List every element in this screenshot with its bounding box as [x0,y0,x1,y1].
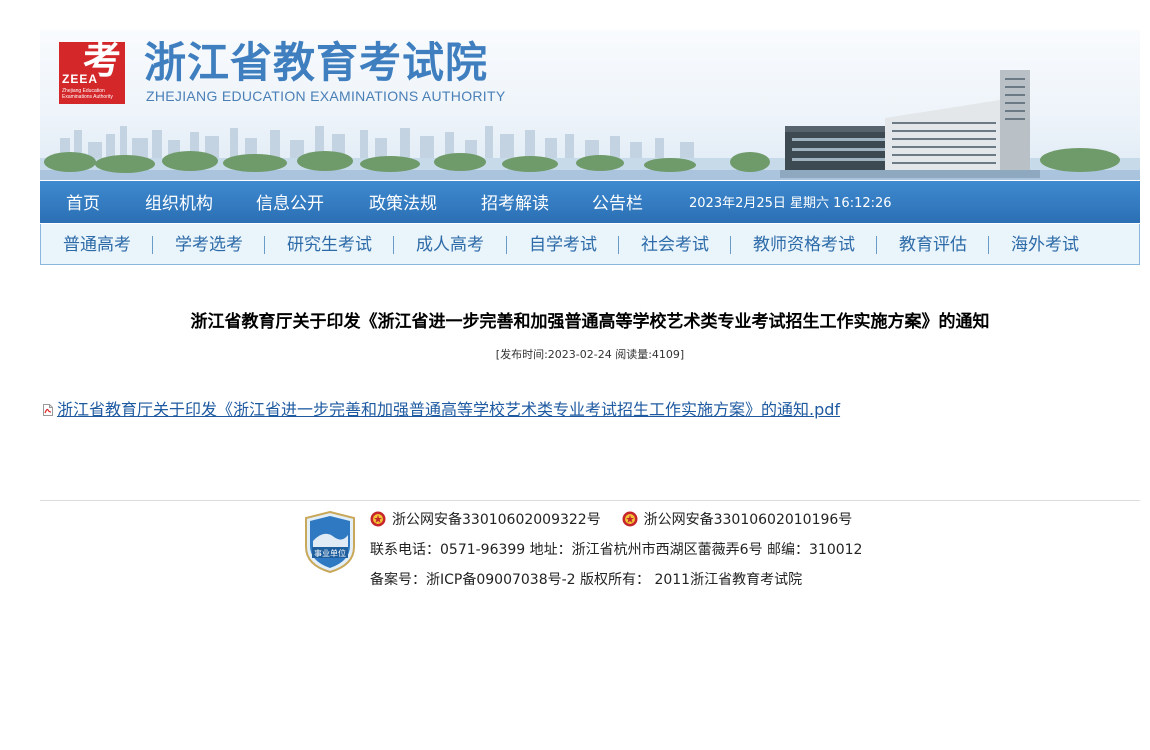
nav-item-bulletin[interactable]: 公告栏 [592,181,643,223]
footer-contact: 联系电话：0571-96399 地址：浙江省杭州市西湖区蕾薇弄6号 邮编：310… [370,542,863,558]
subnav-item-graduate[interactable]: 研究生考试 [287,224,372,264]
pdf-file-icon [43,404,53,416]
footer-divider [40,500,1140,501]
nav-item-organization[interactable]: 组织机构 [145,181,213,223]
nav-item-info-disclosure[interactable]: 信息公开 [256,181,324,223]
logo-small-text: Zhejiang Education Examinations Authorit… [62,88,113,100]
subnav-separator [730,236,731,254]
article-meta: [发布时间:2023-02-24 阅读量:4109] [495,348,685,361]
attachment-row: 浙江省教育厅关于印发《浙江省进一步完善和加强普通高等学校艺术类专业考试招生工作实… [43,396,840,420]
article-title: 浙江省教育厅关于印发《浙江省进一步完善和加强普通高等学校艺术类专业考试招生工作实… [190,312,990,332]
header-banner: 考 ZEEA Zhejiang Education Examinations A… [40,30,1140,180]
subnav-item-self-study[interactable]: 自学考试 [529,224,597,264]
main-nav: 首页 组织机构 信息公开 政策法规 招考解读 公告栏 2023年2月25日 星期… [40,181,1140,223]
subnav-item-adult[interactable]: 成人高考 [416,224,484,264]
subnav-item-social[interactable]: 社会考试 [641,224,709,264]
subnav-item-teacher-cert[interactable]: 教师资格考试 [753,224,855,264]
site-subtitle: ZHEJIANG EDUCATION EXAMINATIONS AUTHORIT… [146,88,506,104]
police-emblem-icon [370,511,386,527]
subnav-item-evaluation[interactable]: 教育评估 [899,224,967,264]
subnav-separator [152,236,153,254]
beian-row: 浙公网安备33010602009322号 浙公网安备33010602010196… [370,509,852,529]
footer-icp: 备案号：浙ICP备09007038号-2 版权所有： 2011浙江省教育考试院 [370,572,803,588]
nav-item-admission-interpretation[interactable]: 招考解读 [481,181,549,223]
subnav-separator [876,236,877,254]
public-institution-badge[interactable]: 事业单位 [304,511,356,573]
subnav-separator [618,236,619,254]
attachment-pdf-link[interactable]: 浙江省教育厅关于印发《浙江省进一步完善和加强普通高等学校艺术类专业考试招生工作实… [57,400,840,419]
subnav-separator [264,236,265,254]
subnav-separator [393,236,394,254]
badge-text: 事业单位 [314,548,346,558]
subnav-item-overseas[interactable]: 海外考试 [1011,224,1079,264]
subnav-separator [506,236,507,254]
subnav-separator [988,236,989,254]
subnav-item-xuekao[interactable]: 学考选考 [175,224,243,264]
beian-number-2[interactable]: 浙公网安备33010602010196号 [644,512,853,528]
police-emblem-icon [622,511,638,527]
sub-nav: 普通高考 学考选考 研究生考试 成人高考 自学考试 社会考试 教师资格考试 教育… [40,224,1140,265]
nav-item-policies[interactable]: 政策法规 [369,181,437,223]
current-datetime: 2023年2月25日 星期六 16:12:26 [689,196,892,211]
nav-item-home[interactable]: 首页 [66,181,100,223]
subnav-item-gaokao[interactable]: 普通高考 [63,224,131,264]
zeea-logo[interactable]: 考 ZEEA Zhejiang Education Examinations A… [59,38,125,104]
logo-abbr: ZEEA [62,72,99,86]
beian-number-1[interactable]: 浙公网安备33010602009322号 [392,512,601,528]
site-title: 浙江省教育考试院 [144,38,489,87]
